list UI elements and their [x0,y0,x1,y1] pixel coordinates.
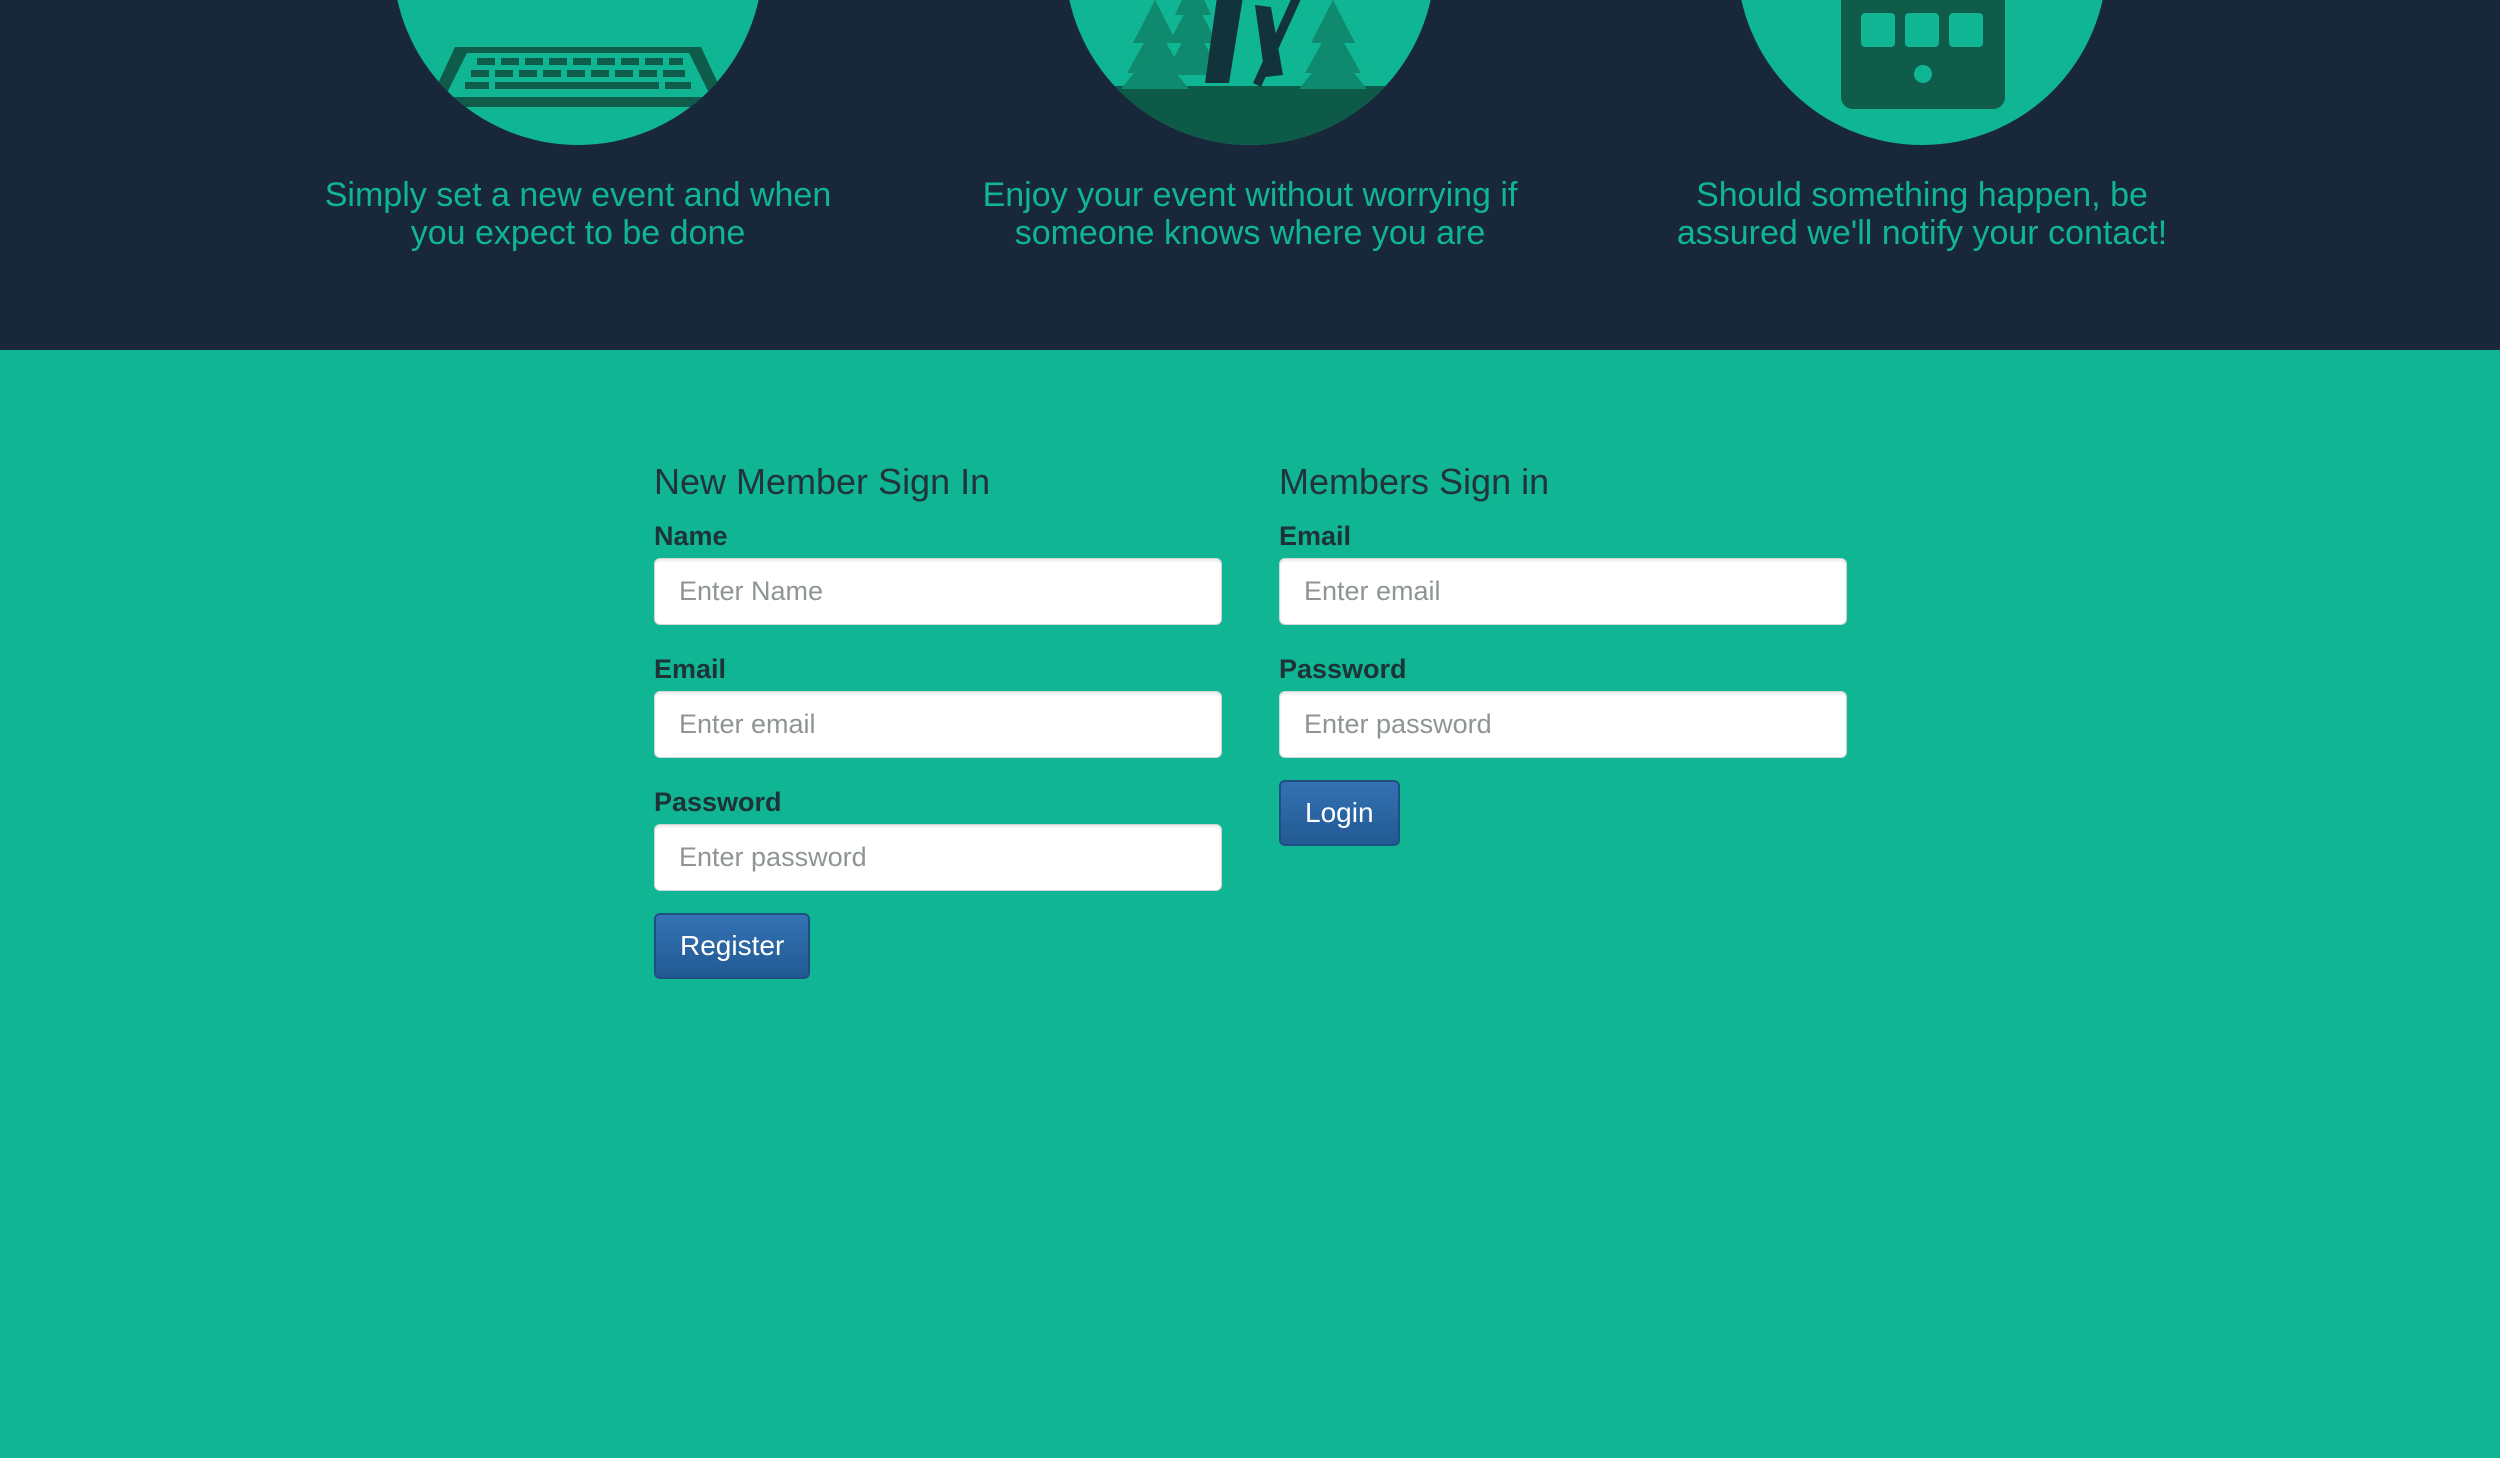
feature-caption-line2: assured we'll notify your contact! [1676,214,2168,252]
feature-set-event: Simply set a new event and when you expe… [248,0,908,350]
feature-icon-circle [1737,0,2107,145]
feature-caption: Enjoy your event without worrying if som… [920,176,1580,252]
login-email-label: Email [1279,521,1352,551]
laptop-icon [427,47,729,107]
register-password-input[interactable] [654,824,1222,891]
login-form-title: Members Sign in [1279,461,1550,502]
feature-enjoy-event: Enjoy your event without worrying if som… [920,0,1580,350]
login-password-label: Password [1279,654,1407,684]
feature-caption-line2: someone knows where you are [1014,214,1486,252]
register-email-label: Email [654,654,727,684]
feature-caption-line1: Enjoy your event without worrying if [982,176,1518,214]
feature-caption-line2: you expect to be done [410,214,746,252]
login-email-input[interactable] [1279,558,1847,625]
feature-caption-line1: Should something happen, be [1696,176,2148,214]
features-hero: Simply set a new event and when you expe… [0,0,2500,350]
login-button[interactable]: Login [1279,780,1400,846]
feature-caption: Should something happen, be assured we'l… [1592,176,2252,252]
register-email-input[interactable] [654,691,1222,758]
tablet-icon [1841,0,2005,109]
feature-caption: Simply set a new event and when you expe… [248,176,908,252]
feature-icon-circle [393,0,763,145]
feature-caption-line1: Simply set a new event and when [324,176,832,214]
register-password-label: Password [654,787,782,817]
login-password-input[interactable] [1279,691,1847,758]
feature-notify-contact: Should something happen, be assured we'l… [1592,0,2252,350]
register-form-title: New Member Sign In [654,461,991,502]
register-button[interactable]: Register [654,913,811,979]
register-form: New Member Sign In Name Email Password R… [654,460,1222,979]
name-input[interactable] [654,558,1222,625]
login-form: Members Sign in Email Password Login [1279,460,1847,846]
feature-icon-circle [1065,0,1435,145]
hiker-forest-icon [1065,0,1435,145]
name-label: Name [654,521,728,551]
